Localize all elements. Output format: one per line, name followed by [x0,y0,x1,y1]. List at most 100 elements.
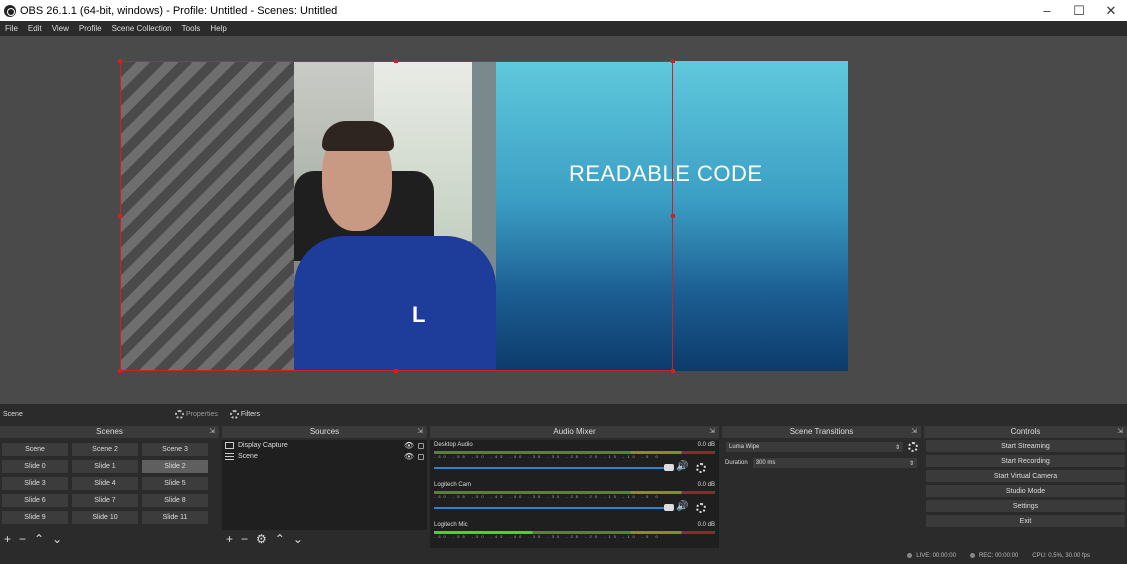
menu-edit[interactable]: Edit [23,24,47,33]
monitor-icon [225,442,234,449]
resize-handle[interactable] [118,214,122,218]
mixer-channel: Desktop Audio 0.0 dB -60 -55 -50 -45 -40 … [434,442,715,473]
gear-icon[interactable] [696,463,706,473]
start-virtual-camera-button[interactable]: Start Virtual Camera [925,469,1126,483]
resize-handle[interactable] [394,369,398,373]
transition-select[interactable]: Luma Wipe ⇕ [725,441,904,453]
remove-scene-icon[interactable]: − [19,532,26,546]
properties-button[interactable]: Properties [175,409,218,419]
resize-handle[interactable] [118,59,122,63]
resize-handle[interactable] [671,369,675,373]
scene-item[interactable]: Slide 7 [71,493,139,508]
gear-icon[interactable] [696,503,706,513]
gear-icon[interactable] [908,442,918,452]
menu-tools[interactable]: Tools [177,24,206,33]
transitions-header: Scene Transitions ⇲ [722,426,921,438]
undock-icon[interactable]: ⇲ [417,426,423,438]
filters-button[interactable]: Filters [229,409,260,419]
minimize-button[interactable]: – [1031,3,1063,18]
menu-help[interactable]: Help [205,24,231,33]
title-bar: OBS 26.1.1 (64-bit, windows) - Profile: … [0,0,1127,21]
volume-knob[interactable] [664,464,674,471]
move-up-icon[interactable]: ⌃ [34,532,44,546]
undock-icon[interactable]: ⇲ [911,426,917,438]
meter-scale: -60 -55 -50 -45 -40 -35 -30 -25 -20 -15 … [434,454,661,459]
scene-item[interactable]: Slide 4 [71,476,139,491]
scene-item[interactable]: Slide 5 [141,476,209,491]
undock-icon[interactable]: ⇲ [709,426,715,438]
scenes-toolbar: + − ⌃ ⌄ [0,530,219,548]
window-title: OBS 26.1.1 (64-bit, windows) - Profile: … [20,4,338,17]
spinner-icon: ⇕ [894,444,900,451]
move-down-icon[interactable]: ⌄ [293,532,303,546]
resize-handle[interactable] [118,369,122,373]
filter-icon [229,409,239,419]
volume-slider[interactable] [434,504,674,511]
gear-icon [175,409,184,419]
duration-input[interactable]: 300 ms ⇕ [751,457,918,469]
current-scene-label: Scene [3,410,23,418]
move-down-icon[interactable]: ⌄ [52,532,62,546]
volume-slider[interactable] [434,464,674,471]
scene-item[interactable]: Slide 11 [141,510,209,525]
add-scene-icon[interactable]: + [4,532,11,546]
close-button[interactable]: ✕ [1095,3,1127,19]
scene-item[interactable]: Slide 1 [71,459,139,474]
resize-handle[interactable] [671,59,675,63]
visibility-eye-icon[interactable]: 👁 [404,441,414,450]
start-streaming-button[interactable]: Start Streaming [925,439,1126,453]
sources-header: Sources ⇲ [222,426,427,438]
source-properties-icon[interactable]: ⚙ [256,532,267,546]
maximize-button[interactable]: ☐ [1063,3,1095,19]
live-status: LIVE: 00:00:00 [907,552,956,559]
mixer-channel: Logitech Mic 0.0 dB -60 -55 -50 -45 -40 -… [434,522,715,539]
speaker-icon[interactable]: 🔊 [676,501,688,512]
scene-item[interactable]: Slide 8 [141,493,209,508]
scene-item[interactable]: Slide 9 [1,510,69,525]
source-selection-box[interactable] [120,61,673,371]
start-recording-button[interactable]: Start Recording [925,454,1126,468]
source-item[interactable]: Display Capture 👁 [222,440,427,451]
speaker-icon[interactable]: 🔊 [676,461,688,472]
studio-mode-button[interactable]: Studio Mode [925,484,1126,498]
scene-item[interactable]: Scene 2 [71,442,139,457]
audio-mixer-dock: Audio Mixer ⇲ Desktop Audio 0.0 dB -60 -55… [430,426,719,548]
menu-view[interactable]: View [47,24,74,33]
remove-source-icon[interactable]: − [241,532,248,546]
controls-header: Controls ⇲ [924,426,1127,438]
volume-knob[interactable] [664,504,674,511]
scene-item[interactable]: Slide 3 [1,476,69,491]
menu-profile[interactable]: Profile [74,24,107,33]
controls-dock: Controls ⇲ Start Streaming Start Recordin… [924,426,1127,548]
scene-item[interactable]: Slide 6 [1,493,69,508]
move-up-icon[interactable]: ⌃ [275,532,285,546]
undock-icon[interactable]: ⇲ [209,426,215,438]
scene-item-selected[interactable]: Slide 2 [141,459,209,474]
settings-button[interactable]: Settings [925,499,1126,513]
scene-item[interactable]: Slide 10 [71,510,139,525]
visibility-eye-icon[interactable]: 👁 [404,452,414,461]
preview-area[interactable]: L READABLE CODE [0,36,1127,404]
lock-icon[interactable] [418,453,424,460]
scene-item[interactable]: Scene 3 [141,442,209,457]
live-icon [907,552,913,558]
undock-icon[interactable]: ⇲ [1117,426,1123,438]
lock-icon[interactable] [418,442,424,449]
menu-scene-collection[interactable]: Scene Collection [107,24,177,33]
duration-label: Duration [725,460,748,466]
menu-file[interactable]: File [0,24,23,33]
exit-button[interactable]: Exit [925,514,1126,528]
rec-status: REC: 00:00:00 [969,552,1018,559]
cpu-status: CPU: 0.5%, 30.00 fps [1032,553,1090,559]
spinner-icon[interactable]: ⇕ [909,460,914,467]
scene-item[interactable]: Slide 0 [1,459,69,474]
status-bar: LIVE: 00:00:00 REC: 00:00:00 CPU: 0.5%, … [0,548,1127,564]
obs-logo-icon [4,4,16,17]
source-item[interactable]: Scene 👁 [222,451,427,462]
mixer-channel: Logitech Cam 0.0 dB -60 -55 -50 -45 -40 -… [434,482,715,513]
resize-handle[interactable] [394,59,398,63]
add-source-icon[interactable]: + [226,532,233,546]
scene-item[interactable]: Scene [1,442,69,457]
resize-handle[interactable] [671,214,675,218]
scenes-list: Scene Scene 2 Scene 3 Slide 0 Slide 1 Sl… [0,440,219,530]
